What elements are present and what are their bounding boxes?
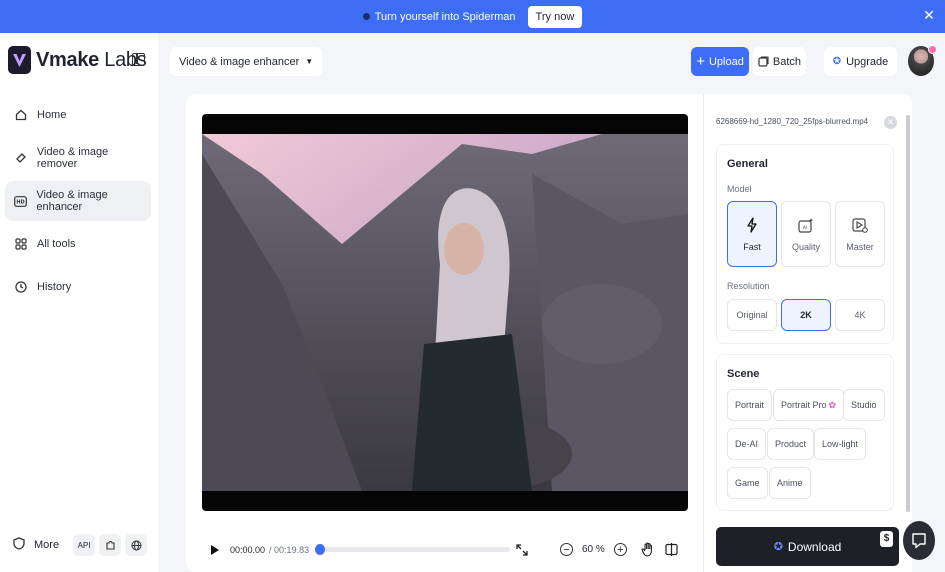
- banner-text: Turn yourself into Spiderman: [374, 10, 516, 23]
- compare-icon[interactable]: [665, 543, 678, 556]
- model-fast[interactable]: Fast: [727, 201, 777, 267]
- try-now-button[interactable]: Try now: [527, 5, 583, 28]
- shield-icon: [13, 537, 25, 553]
- sidebar-item-label: History: [37, 281, 72, 293]
- play-icon[interactable]: [210, 544, 220, 556]
- scrollbar-thumb[interactable]: [906, 115, 910, 512]
- zoom-out-icon[interactable]: −: [560, 543, 573, 556]
- globe-icon[interactable]: [125, 534, 148, 556]
- hd-icon: HD: [14, 194, 28, 208]
- chat-icon: [911, 532, 927, 549]
- zoom-in-icon[interactable]: +: [613, 543, 627, 556]
- close-icon[interactable]: ✕: [884, 116, 897, 129]
- scene-low-light[interactable]: Low-light: [814, 428, 867, 460]
- avatar[interactable]: [908, 45, 937, 76]
- seek-bar[interactable]: [315, 544, 511, 555]
- panel-scrollbar[interactable]: [906, 115, 910, 512]
- lightning-icon: [743, 216, 761, 234]
- scene-studio[interactable]: Studio: [843, 389, 885, 421]
- spiderman-icon: [362, 13, 370, 20]
- sidebar-item-home[interactable]: Home: [5, 95, 151, 135]
- batch-button[interactable]: Batch: [753, 47, 806, 76]
- sidebar-item-label: Home: [37, 109, 67, 121]
- svg-text:AI: AI: [803, 225, 807, 231]
- scene-product[interactable]: Product: [767, 428, 815, 460]
- resolution-4k[interactable]: 4K: [835, 299, 885, 331]
- sidebar-item-history[interactable]: History: [5, 267, 151, 307]
- logo[interactable]: Vmake Labs: [8, 46, 147, 74]
- more-button[interactable]: More: [13, 537, 59, 553]
- chat-support-button[interactable]: [903, 521, 935, 560]
- api-button[interactable]: API: [73, 534, 96, 556]
- resolution-label: Resolution: [727, 281, 770, 291]
- plus-icon: +: [696, 53, 705, 70]
- tool-select-dropdown[interactable]: Video & image enhancer ▼: [170, 47, 323, 76]
- sidebar: Vmake Labs Home Video & image remover HD…: [0, 33, 158, 572]
- batch-icon: [758, 56, 769, 67]
- general-section: General Model Fast AI Quality Master Res…: [716, 144, 894, 344]
- model-label: Model: [727, 184, 752, 194]
- puzzle-icon[interactable]: [99, 534, 122, 556]
- sidebar-collapse-icon[interactable]: [132, 53, 145, 66]
- notification-dot: [928, 45, 937, 54]
- model-quality[interactable]: AI Quality: [781, 201, 831, 267]
- scene-portrait-pro[interactable]: Portrait Pro ✿: [773, 389, 845, 421]
- svg-text:HD: HD: [17, 199, 25, 205]
- chevron-down-icon: ▼: [305, 57, 314, 66]
- hand-icon[interactable]: [641, 542, 655, 557]
- zoom-controls: − 60 % +: [551, 533, 688, 566]
- resolution-original[interactable]: Original: [727, 299, 777, 331]
- duration: / 00:19.83: [269, 544, 310, 555]
- diamond-icon: ✪: [773, 541, 783, 553]
- sidebar-bottom: More API: [13, 534, 151, 556]
- sidebar-item-enhancer[interactable]: HD Video & image enhancer: [5, 181, 151, 221]
- home-icon: [14, 108, 28, 122]
- model-master[interactable]: Master: [835, 201, 885, 267]
- eraser-icon: [14, 151, 28, 165]
- credit-badge-icon: $: [880, 531, 893, 547]
- flower-icon: ✿: [828, 399, 837, 410]
- player-controls: 00:00.00 / 00:19.83: [202, 533, 537, 566]
- scene-anime[interactable]: Anime: [769, 467, 811, 499]
- promo-banner: Turn yourself into Spiderman Try now ✕: [0, 0, 945, 33]
- sidebar-item-label: Video & image enhancer: [36, 189, 108, 213]
- video-preview: [202, 114, 688, 511]
- sidebar-item-label: Video & image remover: [36, 146, 109, 170]
- fullscreen-icon[interactable]: [515, 543, 529, 557]
- scene-title: Scene: [727, 368, 760, 380]
- close-icon[interactable]: ✕: [922, 8, 936, 22]
- zoom-value: 60 %: [582, 544, 605, 555]
- grid-icon: [14, 237, 28, 251]
- current-time: 00:00.00: [230, 544, 266, 555]
- quality-icon: AI: [797, 216, 815, 234]
- file-name: 6268669-hd_1280_720_25fps-blurred.mp4: [716, 117, 869, 126]
- brand-name: Vmake Labs: [36, 48, 147, 71]
- master-icon: [851, 216, 869, 234]
- clock-icon: [14, 280, 28, 294]
- sidebar-nav: Home Video & image remover HD Video & im…: [5, 95, 151, 310]
- seek-handle[interactable]: [315, 544, 326, 555]
- scene-de-ai[interactable]: De-AI: [727, 428, 767, 460]
- vmake-logo-icon: [8, 46, 31, 74]
- upgrade-button[interactable]: ✪ Upgrade: [824, 47, 897, 76]
- scene-section: Scene Portrait Portrait Pro ✿ Studio De-A…: [716, 354, 894, 511]
- download-button[interactable]: ✪ Download: [716, 527, 899, 566]
- scene-portrait[interactable]: Portrait: [727, 389, 773, 421]
- upload-button[interactable]: + Upload: [691, 47, 749, 76]
- general-title: General: [727, 158, 768, 170]
- diamond-icon: ✪: [832, 56, 842, 67]
- scene-game[interactable]: Game: [727, 467, 768, 499]
- sidebar-item-remover[interactable]: Video & image remover: [5, 138, 151, 178]
- sidebar-item-label: All tools: [37, 238, 76, 250]
- sidebar-item-all-tools[interactable]: All tools: [5, 224, 151, 264]
- resolution-2k[interactable]: 2K: [781, 299, 831, 331]
